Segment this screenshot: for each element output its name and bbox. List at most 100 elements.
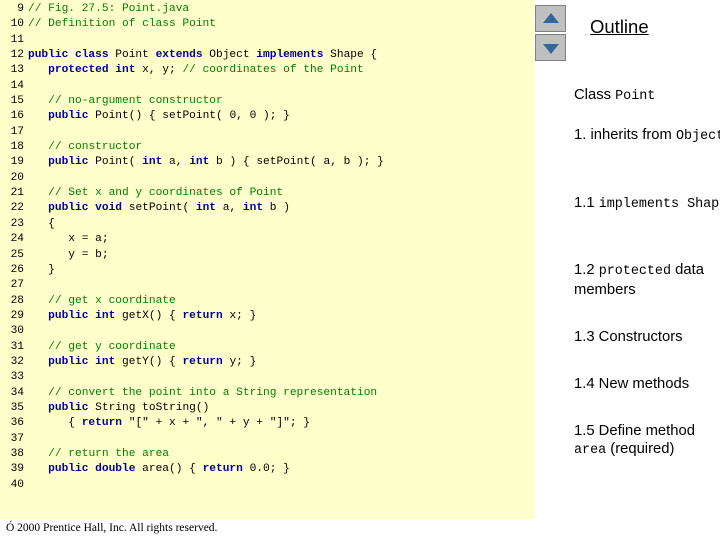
line-number: 14 (10, 79, 24, 92)
code-token: public class (28, 49, 109, 62)
line-number: 15 (10, 95, 24, 108)
line-number: 16 (10, 110, 24, 123)
code-line: 13 protected int x, y; // coordinates of… (0, 63, 534, 78)
line-number: 21 (10, 187, 24, 200)
outline-text: 1.3 Constructors (574, 329, 683, 345)
line-number: 19 (10, 156, 24, 169)
line-number: 31 (10, 340, 24, 353)
code-token: // get x coordinate (48, 294, 176, 307)
code-token: // coordinates of the Point (182, 64, 364, 77)
code-panel: 9 // Fig. 27.5: Point.java 10 // Definition… (0, 0, 534, 519)
code-line: 29 public int getX() { return x; } (0, 309, 534, 324)
code-token: } (28, 263, 55, 276)
line-number: 39 (10, 463, 24, 476)
code-token: Point() { setPoint( 0, 0 ); } (88, 110, 290, 123)
code-line: 21 // Set x and y coordinates of Point (0, 186, 534, 201)
line-number: 37 (10, 432, 24, 445)
line-number: 22 (10, 202, 24, 215)
code-token: { (28, 417, 82, 430)
line-number: 38 (10, 447, 24, 460)
line-number: 9 (17, 3, 24, 15)
outline-text: 1.5 Define method (574, 423, 695, 439)
code-token: area() { (135, 463, 203, 476)
code-token: public (48, 401, 89, 414)
code-line: 28 // get x coordinate (0, 294, 534, 309)
code-token: // Definition of class Point (28, 18, 216, 31)
line-number: 27 (10, 279, 24, 292)
code-token: int (195, 202, 217, 215)
code-token: extends (155, 49, 203, 62)
code-token: public void (48, 202, 123, 215)
outline-item-0: Class Point (574, 86, 720, 106)
code-line: 10 // Definition of class Point (0, 17, 534, 32)
code-token: public (48, 110, 89, 123)
code-token: return (182, 355, 223, 368)
code-line: 27 (0, 278, 534, 293)
code-token: public (48, 156, 89, 169)
code-line: 33 (0, 370, 534, 385)
line-number: 24 (10, 233, 24, 246)
code-line: 25 y = b; (0, 248, 534, 263)
code-line: 31 // get y coordinate (0, 340, 534, 355)
outline-item-3: 1.2 protected data members (574, 261, 720, 299)
scroll-down-button[interactable] (535, 34, 566, 61)
line-number: 34 (10, 386, 24, 399)
code-token: public double (48, 463, 136, 476)
code-token: public int (48, 355, 116, 368)
code-line: 39 public double area() { return 0.0; } (0, 462, 534, 477)
code-line: 16 public Point() { setPoint( 0, 0 ); } (0, 109, 534, 124)
code-token: // Fig. 27.5: Point.java (28, 3, 190, 15)
code-line: 17 (0, 125, 534, 140)
scroll-up-button[interactable] (535, 5, 566, 32)
code-token: Object (202, 49, 257, 62)
outline-text: Object (675, 129, 720, 144)
line-number: 30 (10, 325, 24, 338)
code-token: getY() { (115, 355, 183, 368)
code-token: // convert the point into a String repre… (48, 386, 378, 399)
outline-title: Outline (590, 16, 649, 37)
code-line: 22 public void setPoint( int a, int b ) (0, 201, 534, 216)
outline-text: protected (598, 264, 672, 279)
code-token: implements (256, 49, 324, 62)
line-number: 12 (10, 49, 24, 62)
outline-item-1: 1. inherits from Object (574, 126, 720, 146)
code-token: String toString() (88, 401, 210, 414)
code-token: "[" + x + ", " + y + "]"; } (122, 417, 310, 430)
code-token: { (28, 217, 55, 230)
code-token: int (142, 156, 163, 169)
code-line: 18 // constructor (0, 140, 534, 155)
code-line: 11 (0, 33, 534, 48)
outline-item-2: 1.1 implements Shape (574, 194, 720, 214)
code-token: a, (216, 202, 243, 215)
line-number: 17 (10, 125, 24, 138)
code-line: 35 public String toString() (0, 401, 534, 416)
code-token: y = b; (28, 248, 109, 261)
line-number: 35 (10, 401, 24, 414)
code-line: 14 (0, 79, 534, 94)
code-token: // Set x and y coordinates of Point (48, 187, 284, 200)
line-number: 32 (10, 355, 24, 368)
outline-text: 1. inherits from (574, 127, 676, 143)
slide: 9 // Fig. 27.5: Point.java 10 // Definition… (0, 0, 720, 540)
code-token: // constructor (48, 141, 143, 154)
line-number: 13 (10, 64, 24, 77)
line-number: 10 (10, 18, 24, 31)
code-token: b ) (263, 202, 290, 215)
code-token: int (242, 202, 264, 215)
code-token: return (202, 463, 243, 476)
code-token: x; } (222, 309, 257, 322)
line-number: 40 (10, 478, 24, 491)
code-line: 30 (0, 324, 534, 339)
code-line: 20 (0, 171, 534, 186)
code-line: 37 (0, 432, 534, 447)
code-token: a, (162, 156, 190, 169)
